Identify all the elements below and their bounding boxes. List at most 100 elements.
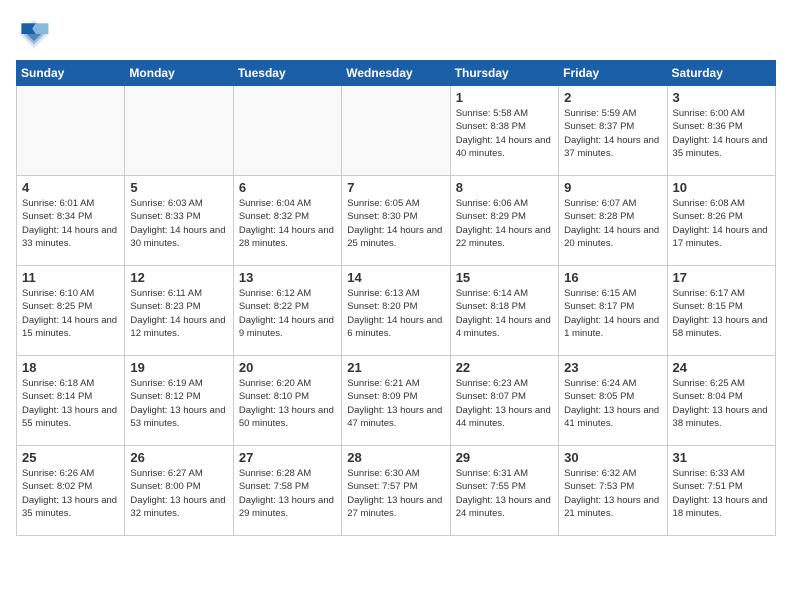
calendar-day-cell: 8 Sunrise: 6:06 AM Sunset: 8:29 PM Daylig…: [450, 176, 558, 266]
calendar-day-cell: 6 Sunrise: 6:04 AM Sunset: 8:32 PM Daylig…: [233, 176, 341, 266]
day-number: 13: [239, 270, 336, 285]
day-info: Sunrise: 6:15 AM Sunset: 8:17 PM Dayligh…: [564, 287, 661, 340]
day-info: Sunrise: 6:03 AM Sunset: 8:33 PM Dayligh…: [130, 197, 227, 250]
calendar-day-cell: 4 Sunrise: 6:01 AM Sunset: 8:34 PM Daylig…: [17, 176, 125, 266]
logo-icon: [16, 16, 52, 52]
day-of-week-header: Tuesday: [233, 61, 341, 86]
calendar-day-cell: 5 Sunrise: 6:03 AM Sunset: 8:33 PM Daylig…: [125, 176, 233, 266]
calendar-day-cell: 19 Sunrise: 6:19 AM Sunset: 8:12 PM Dayli…: [125, 356, 233, 446]
day-info: Sunrise: 6:23 AM Sunset: 8:07 PM Dayligh…: [456, 377, 553, 430]
day-number: 11: [22, 270, 119, 285]
day-info: Sunrise: 6:25 AM Sunset: 8:04 PM Dayligh…: [673, 377, 770, 430]
day-info: Sunrise: 6:28 AM Sunset: 7:58 PM Dayligh…: [239, 467, 336, 520]
day-number: 20: [239, 360, 336, 375]
day-number: 14: [347, 270, 444, 285]
day-info: Sunrise: 6:06 AM Sunset: 8:29 PM Dayligh…: [456, 197, 553, 250]
day-info: Sunrise: 6:14 AM Sunset: 8:18 PM Dayligh…: [456, 287, 553, 340]
day-of-week-header: Monday: [125, 61, 233, 86]
day-number: 18: [22, 360, 119, 375]
calendar-day-cell: 17 Sunrise: 6:17 AM Sunset: 8:15 PM Dayli…: [667, 266, 775, 356]
calendar-day-cell: 18 Sunrise: 6:18 AM Sunset: 8:14 PM Dayli…: [17, 356, 125, 446]
day-info: Sunrise: 6:08 AM Sunset: 8:26 PM Dayligh…: [673, 197, 770, 250]
calendar-day-cell: 27Sunrise: 6:28 AM Sunset: 7:58 PM Dayli…: [233, 446, 341, 536]
day-number: 2: [564, 90, 661, 105]
calendar-day-cell: 24 Sunrise: 6:25 AM Sunset: 8:04 PM Dayli…: [667, 356, 775, 446]
day-info: Sunrise: 6:21 AM Sunset: 8:09 PM Dayligh…: [347, 377, 444, 430]
day-number: 15: [456, 270, 553, 285]
day-number: 17: [673, 270, 770, 285]
day-number: 21: [347, 360, 444, 375]
calendar-header-row: SundayMondayTuesdayWednesdayThursdayFrid…: [17, 61, 776, 86]
day-number: 25: [22, 450, 119, 465]
calendar-week-row: 11 Sunrise: 6:10 AM Sunset: 8:25 PM Dayli…: [17, 266, 776, 356]
day-number: 24: [673, 360, 770, 375]
day-of-week-header: Wednesday: [342, 61, 450, 86]
day-info: Sunrise: 6:01 AM Sunset: 8:34 PM Dayligh…: [22, 197, 119, 250]
calendar-day-cell: 14 Sunrise: 6:13 AM Sunset: 8:20 PM Dayli…: [342, 266, 450, 356]
logo: [16, 16, 58, 52]
day-number: 19: [130, 360, 227, 375]
day-info: Sunrise: 6:24 AM Sunset: 8:05 PM Dayligh…: [564, 377, 661, 430]
day-number: 1: [456, 90, 553, 105]
day-info: Sunrise: 6:10 AM Sunset: 8:25 PM Dayligh…: [22, 287, 119, 340]
day-info: Sunrise: 6:18 AM Sunset: 8:14 PM Dayligh…: [22, 377, 119, 430]
calendar-day-cell: 10 Sunrise: 6:08 AM Sunset: 8:26 PM Dayli…: [667, 176, 775, 266]
day-number: 3: [673, 90, 770, 105]
calendar-day-cell: 23 Sunrise: 6:24 AM Sunset: 8:05 PM Dayli…: [559, 356, 667, 446]
day-info: Sunrise: 6:05 AM Sunset: 8:30 PM Dayligh…: [347, 197, 444, 250]
calendar-day-cell: 26 Sunrise: 6:27 AM Sunset: 8:00 PM Dayli…: [125, 446, 233, 536]
day-info: Sunrise: 6:32 AM Sunset: 7:53 PM Dayligh…: [564, 467, 661, 520]
day-number: 30: [564, 450, 661, 465]
calendar-week-row: 1 Sunrise: 5:58 AM Sunset: 8:38 PM Daylig…: [17, 86, 776, 176]
day-info: Sunrise: 5:59 AM Sunset: 8:37 PM Dayligh…: [564, 107, 661, 160]
day-number: 7: [347, 180, 444, 195]
day-info: Sunrise: 6:00 AM Sunset: 8:36 PM Dayligh…: [673, 107, 770, 160]
calendar-day-cell: 7 Sunrise: 6:05 AM Sunset: 8:30 PM Daylig…: [342, 176, 450, 266]
calendar-day-cell: 11 Sunrise: 6:10 AM Sunset: 8:25 PM Dayli…: [17, 266, 125, 356]
calendar-day-cell: 16 Sunrise: 6:15 AM Sunset: 8:17 PM Dayli…: [559, 266, 667, 356]
day-info: Sunrise: 6:12 AM Sunset: 8:22 PM Dayligh…: [239, 287, 336, 340]
day-of-week-header: Sunday: [17, 61, 125, 86]
day-info: Sunrise: 6:20 AM Sunset: 8:10 PM Dayligh…: [239, 377, 336, 430]
day-info: Sunrise: 5:58 AM Sunset: 8:38 PM Dayligh…: [456, 107, 553, 160]
calendar-day-cell: [125, 86, 233, 176]
day-of-week-header: Saturday: [667, 61, 775, 86]
day-of-week-header: Friday: [559, 61, 667, 86]
calendar-day-cell: 31 Sunrise: 6:33 AM Sunset: 7:51 PM Dayli…: [667, 446, 775, 536]
day-number: 16: [564, 270, 661, 285]
day-number: 23: [564, 360, 661, 375]
calendar-day-cell: 21 Sunrise: 6:21 AM Sunset: 8:09 PM Dayli…: [342, 356, 450, 446]
day-of-week-header: Thursday: [450, 61, 558, 86]
day-number: 9: [564, 180, 661, 195]
day-number: 6: [239, 180, 336, 195]
calendar-day-cell: 15 Sunrise: 6:14 AM Sunset: 8:18 PM Dayli…: [450, 266, 558, 356]
calendar-day-cell: 9Sunrise: 6:07 AM Sunset: 8:28 PM Daylig…: [559, 176, 667, 266]
calendar-day-cell: 12Sunrise: 6:11 AM Sunset: 8:23 PM Dayli…: [125, 266, 233, 356]
calendar-day-cell: [233, 86, 341, 176]
page-header: [16, 16, 776, 52]
day-info: Sunrise: 6:30 AM Sunset: 7:57 PM Dayligh…: [347, 467, 444, 520]
day-info: Sunrise: 6:27 AM Sunset: 8:00 PM Dayligh…: [130, 467, 227, 520]
calendar-day-cell: 13 Sunrise: 6:12 AM Sunset: 8:22 PM Dayli…: [233, 266, 341, 356]
day-info: Sunrise: 6:04 AM Sunset: 8:32 PM Dayligh…: [239, 197, 336, 250]
calendar-week-row: 25 Sunrise: 6:26 AM Sunset: 8:02 PM Dayli…: [17, 446, 776, 536]
day-number: 4: [22, 180, 119, 195]
calendar-day-cell: 25 Sunrise: 6:26 AM Sunset: 8:02 PM Dayli…: [17, 446, 125, 536]
calendar-week-row: 18 Sunrise: 6:18 AM Sunset: 8:14 PM Dayli…: [17, 356, 776, 446]
day-number: 8: [456, 180, 553, 195]
calendar-day-cell: 3 Sunrise: 6:00 AM Sunset: 8:36 PM Daylig…: [667, 86, 775, 176]
day-info: Sunrise: 6:33 AM Sunset: 7:51 PM Dayligh…: [673, 467, 770, 520]
day-info: Sunrise: 6:26 AM Sunset: 8:02 PM Dayligh…: [22, 467, 119, 520]
calendar-day-cell: 29Sunrise: 6:31 AM Sunset: 7:55 PM Dayli…: [450, 446, 558, 536]
day-number: 12: [130, 270, 227, 285]
day-info: Sunrise: 6:13 AM Sunset: 8:20 PM Dayligh…: [347, 287, 444, 340]
day-info: Sunrise: 6:19 AM Sunset: 8:12 PM Dayligh…: [130, 377, 227, 430]
day-number: 26: [130, 450, 227, 465]
day-info: Sunrise: 6:17 AM Sunset: 8:15 PM Dayligh…: [673, 287, 770, 340]
calendar-day-cell: [17, 86, 125, 176]
day-number: 10: [673, 180, 770, 195]
calendar-day-cell: [342, 86, 450, 176]
day-number: 5: [130, 180, 227, 195]
day-number: 31: [673, 450, 770, 465]
calendar-day-cell: 20 Sunrise: 6:20 AM Sunset: 8:10 PM Dayli…: [233, 356, 341, 446]
